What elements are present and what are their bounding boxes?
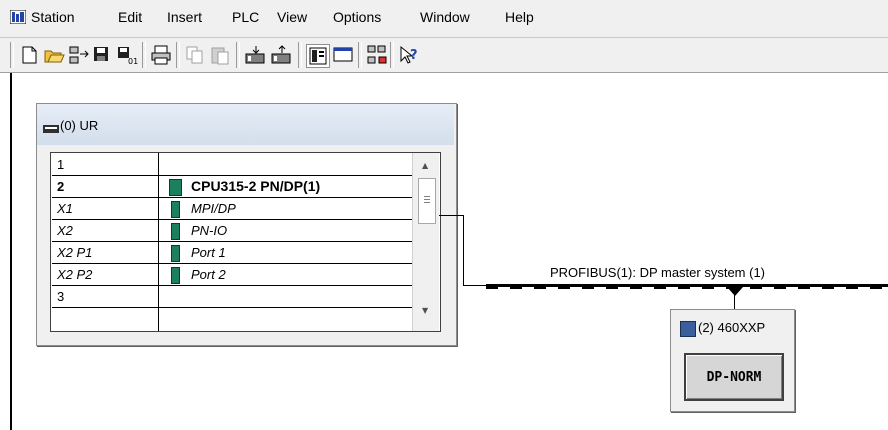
module-cpu[interactable]: CPU315-2 PN/DP(1) bbox=[191, 178, 320, 194]
menu-options[interactable]: Options bbox=[333, 9, 381, 25]
profibus-line-dashes bbox=[486, 287, 888, 289]
connection-line bbox=[439, 215, 463, 216]
bus-drop-marker bbox=[727, 287, 743, 296]
rack-icon bbox=[43, 122, 59, 133]
slot-label[interactable]: X2 P1 bbox=[57, 245, 92, 260]
module-port-1[interactable]: Port 1 bbox=[191, 245, 226, 260]
view-icon[interactable] bbox=[332, 44, 354, 66]
menu-insert[interactable]: Insert bbox=[167, 9, 202, 25]
toolbar: 010 ? bbox=[0, 38, 888, 73]
catalog-icon[interactable] bbox=[306, 44, 330, 68]
rack-table[interactable]: 1 2 CPU315-2 PN/DP(1) X1 MPI/DP X2 PN-IO… bbox=[50, 152, 441, 332]
slot-label[interactable]: 1 bbox=[57, 157, 64, 172]
menu-plc[interactable]: PLC bbox=[232, 9, 259, 25]
module-mpi-dp[interactable]: MPI/DP bbox=[191, 201, 236, 216]
new-icon[interactable] bbox=[18, 44, 40, 66]
rack-title: (0) UR bbox=[60, 118, 99, 133]
slave-device-icon bbox=[680, 321, 696, 337]
slot-label[interactable]: 2 bbox=[57, 179, 64, 194]
slot-label[interactable]: X1 bbox=[57, 201, 73, 216]
port-icon bbox=[171, 245, 180, 262]
save-compile-icon[interactable]: 010 bbox=[116, 44, 143, 66]
accessible-nodes-icon[interactable] bbox=[68, 44, 90, 66]
module-port-2[interactable]: Port 2 bbox=[191, 267, 226, 282]
menu-edit[interactable]: Edit bbox=[118, 9, 142, 25]
slot-label[interactable]: X2 P2 bbox=[57, 267, 92, 282]
upload-icon[interactable] bbox=[270, 44, 292, 66]
rack-header bbox=[37, 104, 454, 145]
save-icon[interactable] bbox=[91, 44, 113, 66]
scroll-down-icon[interactable]: ▼ bbox=[422, 306, 428, 315]
slave-title: (2) 460XXP bbox=[698, 320, 766, 335]
scroll-up-icon[interactable]: ▲ bbox=[422, 161, 428, 170]
menu-bar: Station Edit Insert PLC View Options Win… bbox=[0, 0, 888, 38]
column-divider bbox=[158, 153, 159, 331]
app-icon[interactable] bbox=[9, 9, 27, 25]
port-icon bbox=[171, 267, 180, 284]
menu-help[interactable]: Help bbox=[505, 9, 534, 25]
menu-window[interactable]: Window bbox=[420, 9, 470, 25]
module-pn-io[interactable]: PN-IO bbox=[191, 223, 227, 238]
dp-norm-module[interactable]: DP-NORM bbox=[684, 353, 784, 401]
interface-icon bbox=[171, 201, 180, 218]
connection-line bbox=[463, 215, 464, 285]
network-icon[interactable] bbox=[366, 44, 388, 66]
scroll-thumb[interactable] bbox=[418, 178, 436, 224]
menu-view[interactable]: View bbox=[277, 9, 307, 25]
profibus-label[interactable]: PROFIBUS(1): DP master system (1) bbox=[550, 265, 765, 280]
paste-icon[interactable] bbox=[209, 44, 231, 66]
help-icon[interactable]: ? bbox=[398, 44, 420, 66]
slot-label[interactable]: 3 bbox=[57, 289, 64, 304]
print-icon[interactable] bbox=[150, 44, 172, 66]
open-icon[interactable] bbox=[43, 44, 65, 66]
interface-icon bbox=[171, 223, 180, 240]
workspace-left-edge bbox=[0, 73, 12, 430]
menu-station[interactable]: Station bbox=[31, 9, 75, 25]
connection-line bbox=[463, 285, 487, 286]
bus-drop-line bbox=[734, 289, 735, 309]
rack-scrollbar[interactable]: ▲ ▼ bbox=[412, 153, 439, 331]
download-icon[interactable] bbox=[244, 44, 266, 66]
svg-text:010: 010 bbox=[128, 57, 138, 66]
cpu-module-icon bbox=[169, 179, 182, 196]
slot-label[interactable]: X2 bbox=[57, 223, 73, 238]
dp-norm-label: DP-NORM bbox=[706, 369, 762, 385]
copy-icon[interactable] bbox=[184, 44, 206, 66]
svg-text:?: ? bbox=[410, 48, 418, 63]
